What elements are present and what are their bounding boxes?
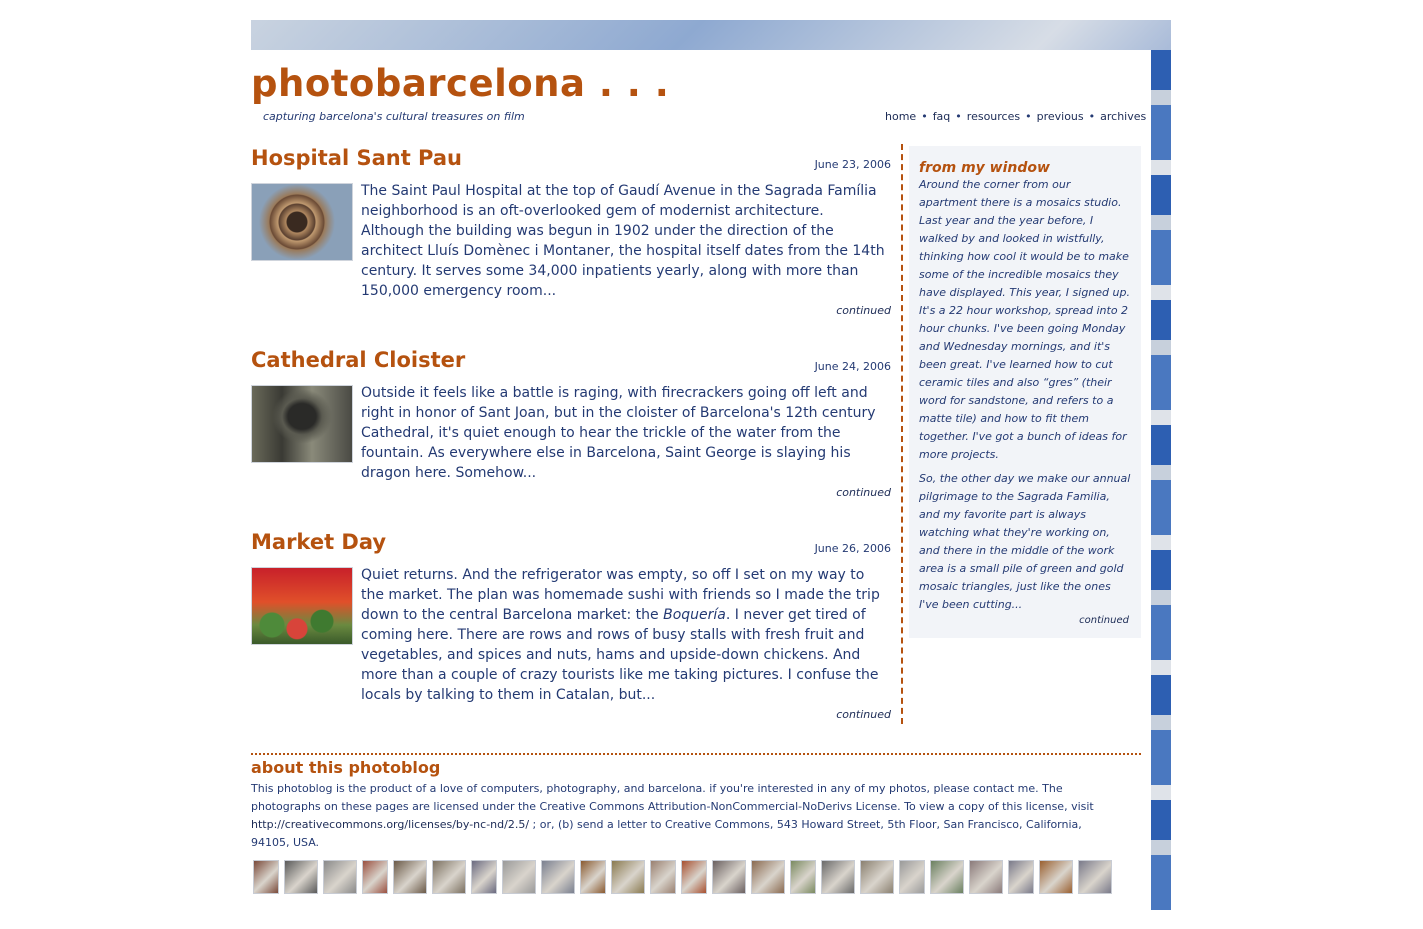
- about-text: This photoblog is the product of a love …: [251, 780, 1111, 852]
- column-divider: [901, 144, 903, 724]
- post-date: June 23, 2006: [814, 158, 891, 171]
- post-body: The Saint Paul Hospital at the top of Ga…: [361, 183, 885, 299]
- thumbnail-photo[interactable]: [899, 860, 925, 894]
- thumbnail-photo[interactable]: [1039, 860, 1073, 894]
- thumbnail-photo[interactable]: [751, 860, 785, 894]
- sidebar-from-my-window: from my window Around the corner from ou…: [909, 146, 1141, 638]
- post-body: Outside it feels like a battle is raging…: [361, 385, 876, 481]
- thumbnail-photo[interactable]: [860, 860, 894, 894]
- post-thumbnail-statue-photo[interactable]: [251, 385, 353, 463]
- thumbnail-photo[interactable]: [650, 860, 676, 894]
- thumbnail-photo[interactable]: [253, 860, 279, 894]
- continued-link[interactable]: continued: [811, 708, 891, 721]
- thumbnail-photo[interactable]: [284, 860, 318, 894]
- about-divider: [251, 753, 1141, 755]
- continued-link[interactable]: continued: [811, 486, 891, 499]
- nav-separator: •: [1025, 110, 1032, 123]
- post-thumbnail-market-fruit-photo[interactable]: [251, 567, 353, 645]
- thumbnail-photo[interactable]: [712, 860, 746, 894]
- sidebar-continued-link[interactable]: continued: [1059, 615, 1129, 626]
- post-thumbnail-sculpture-photo[interactable]: [251, 183, 353, 261]
- about-text-part: This photoblog is the product of a love …: [251, 782, 1094, 813]
- nav-separator: •: [921, 110, 928, 123]
- post-title-market-day[interactable]: Market Day: [251, 530, 386, 554]
- thumbnail-photo[interactable]: [502, 860, 536, 894]
- thumbnail-photo[interactable]: [580, 860, 606, 894]
- thumbnail-photo[interactable]: [821, 860, 855, 894]
- post-body: Quiet returns. And the refrigerator was …: [361, 565, 891, 705]
- thumbnail-photo[interactable]: [541, 860, 575, 894]
- nav-archives-link[interactable]: archives: [1100, 110, 1146, 123]
- post-title-cathedral-cloister[interactable]: Cathedral Cloister: [251, 348, 465, 372]
- thumbnail-photo[interactable]: [790, 860, 816, 894]
- site-title[interactable]: photobarcelona . . .: [251, 62, 669, 105]
- page-content: photobarcelona . . . capturing barcelona…: [251, 50, 1151, 910]
- thumbnail-photo[interactable]: [432, 860, 466, 894]
- mosaic-background-edge: [1151, 50, 1171, 910]
- thumbnail-photo[interactable]: [611, 860, 645, 894]
- site-tagline: capturing barcelona's cultural treasures…: [263, 110, 525, 123]
- thumbnail-photo[interactable]: [1008, 860, 1034, 894]
- post-date: June 26, 2006: [814, 542, 891, 555]
- post-body-emphasis: Boquería: [663, 607, 726, 623]
- thumbnail-photo[interactable]: [362, 860, 388, 894]
- thumbnail-photo[interactable]: [969, 860, 1003, 894]
- thumbnail-photo[interactable]: [930, 860, 964, 894]
- nav-previous-link[interactable]: previous: [1037, 110, 1084, 123]
- thumbnail-photo[interactable]: [471, 860, 497, 894]
- post-title-hospital-sant-pau[interactable]: Hospital Sant Pau: [251, 146, 462, 170]
- thumbnail-photo[interactable]: [393, 860, 427, 894]
- continued-link[interactable]: continued: [811, 304, 891, 317]
- post-date: June 24, 2006: [814, 360, 891, 373]
- nav-home-link[interactable]: home: [885, 110, 916, 123]
- license-link[interactable]: http://creativecommons.org/licenses/by-n…: [251, 818, 529, 831]
- sidebar-title: from my window: [919, 160, 1050, 176]
- sidebar-paragraph: Around the corner from our apartment the…: [919, 178, 1130, 461]
- top-nav: home • faq • resources • previous • archives: [885, 110, 1146, 123]
- about-title: about this photoblog: [251, 758, 441, 777]
- thumbnail-photo[interactable]: [1078, 860, 1112, 894]
- thumbnail-strip: [253, 860, 1112, 894]
- nav-faq-link[interactable]: faq: [933, 110, 951, 123]
- nav-resources-link[interactable]: resources: [967, 110, 1020, 123]
- nav-separator: •: [1088, 110, 1096, 123]
- thumbnail-photo[interactable]: [323, 860, 357, 894]
- nav-separator: •: [955, 110, 962, 123]
- thumbnail-photo[interactable]: [681, 860, 707, 894]
- sidebar-paragraph: So, the other day we make our annual pil…: [919, 472, 1131, 611]
